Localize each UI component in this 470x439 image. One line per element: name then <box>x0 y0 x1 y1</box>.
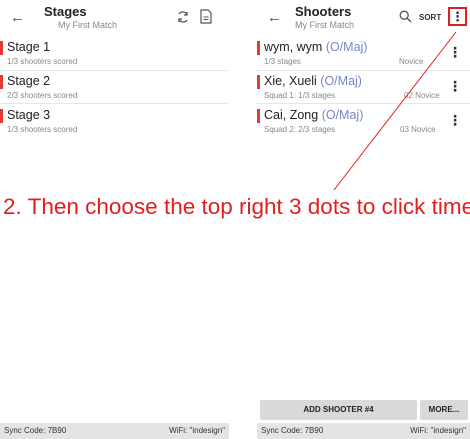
instruction-text: 2. Then choose the top right 3 dots to c… <box>3 194 470 219</box>
